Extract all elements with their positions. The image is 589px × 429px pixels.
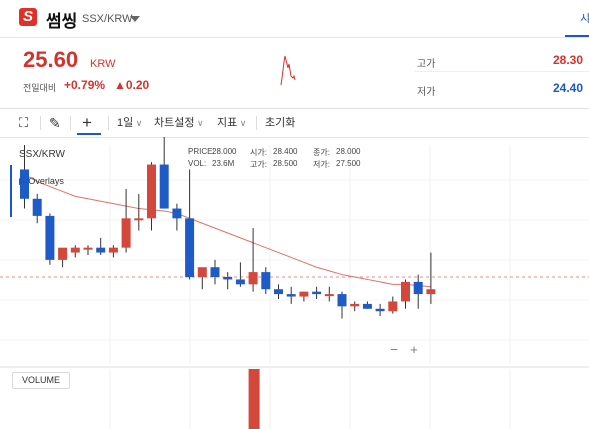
volume-pane-label: VOLUME [12, 372, 70, 389]
candle [83, 247, 93, 250]
candle [248, 272, 258, 285]
tab-partial[interactable]: 시 [580, 10, 589, 26]
caret-right-icon: ▶ [19, 176, 29, 186]
chart-settings-label: 차트설정 [154, 117, 195, 129]
candle [172, 208, 182, 219]
divider [40, 116, 41, 130]
candle [299, 291, 309, 297]
reset-button[interactable]: 초기화 [265, 109, 295, 137]
current-price: 25.60 [23, 47, 79, 72]
coin-pair: SSX/KRW [82, 13, 133, 25]
candle [324, 294, 334, 297]
ohlc-high-value: 28.500 [273, 159, 298, 168]
overlays-label: Overlays [28, 176, 64, 186]
candle [362, 303, 372, 309]
candle [108, 247, 118, 253]
candle [413, 281, 423, 295]
candle [96, 247, 106, 253]
candle [312, 291, 322, 295]
candle [159, 164, 169, 209]
zoom-out-button[interactable]: − [386, 343, 402, 357]
indicators-menu[interactable]: 지표 ∨ [217, 109, 246, 137]
candle [401, 281, 410, 302]
interval-label: 1일 [117, 117, 134, 129]
candle [375, 308, 385, 312]
divider [256, 116, 257, 130]
indicators-label: 지표 [217, 117, 238, 129]
overlays-toggle[interactable]: ▶ Overlays [19, 176, 64, 187]
candle [274, 289, 283, 295]
volume-bar [248, 369, 260, 429]
candle [388, 301, 398, 312]
candle [235, 279, 245, 285]
candle [134, 218, 144, 221]
high-value: 28.30 [552, 53, 583, 67]
active-tab-indicator [565, 35, 589, 37]
zoom-in-button[interactable]: + [406, 343, 422, 357]
ohlc-price-value: 28.000 [212, 147, 237, 156]
candle [70, 247, 80, 253]
divider [415, 71, 589, 72]
chart-toolbar: ⛶ ✎ + 1일 ∨ 차트설정 ∨ 지표 ∨ 초기화 [0, 108, 589, 138]
ohlc-close-label: 종가: [313, 148, 330, 157]
change-percent: +0.79% [64, 78, 106, 92]
price-unit: KRW [90, 58, 116, 70]
candle [223, 277, 233, 280]
coin-select-chevron-down-icon[interactable] [130, 16, 140, 22]
high-label: 고가 [417, 59, 436, 70]
ohlc-vol-label: VOL: [188, 159, 207, 168]
change-amount: ▲0.20 [114, 78, 150, 92]
ohlc-low-value: 27.500 [336, 159, 361, 168]
coin-name: 썸씽 [46, 12, 78, 31]
active-tool-indicator [77, 133, 101, 135]
coin-logo-icon: S [19, 8, 37, 26]
chevron-down-icon: ∨ [133, 118, 143, 128]
candle [286, 294, 296, 297]
fullscreen-icon[interactable]: ⛶ [19, 109, 28, 137]
candle [261, 272, 271, 290]
candle [32, 198, 42, 216]
ohlc-open-value: 28.400 [273, 147, 298, 156]
candle [185, 218, 195, 277]
candle [45, 215, 55, 260]
low-value: 24.40 [552, 81, 583, 95]
interval-select[interactable]: 1일 ∨ [117, 109, 142, 137]
candle [337, 294, 347, 307]
candle [210, 267, 220, 277]
candle [350, 303, 360, 307]
candlestick-chart[interactable] [0, 137, 589, 429]
ohlc-low-label: 저가: [313, 160, 330, 169]
mini-sparkline [280, 55, 296, 86]
moving-average-line [24, 173, 431, 288]
candle [147, 164, 156, 219]
chart-settings-menu[interactable]: 차트설정 ∨ [154, 109, 204, 137]
ohlc-close-value: 28.000 [336, 147, 361, 156]
candle [58, 247, 68, 260]
divider [70, 116, 71, 130]
ohlc-vol-value: 23.6M [212, 159, 235, 168]
header: S 썸씽 SSX/KRW 시 [0, 0, 589, 38]
chevron-down-icon: ∨ [194, 118, 204, 128]
chart-symbol-label: SSX/KRW [19, 149, 65, 160]
candle [121, 218, 131, 248]
ohlc-price-label: PRICE: [188, 147, 215, 156]
candle [426, 289, 436, 295]
change-label: 전일대비 [23, 83, 57, 93]
overlays-indicator-bar [10, 165, 12, 217]
divider [108, 116, 109, 130]
candle [197, 267, 207, 277]
ohlc-high-label: 고가: [250, 160, 267, 169]
pen-icon[interactable]: ✎ [49, 109, 61, 137]
chevron-down-icon: ∨ [237, 118, 247, 128]
low-label: 저가 [417, 87, 436, 98]
ohlc-open-label: 시가: [250, 148, 267, 157]
